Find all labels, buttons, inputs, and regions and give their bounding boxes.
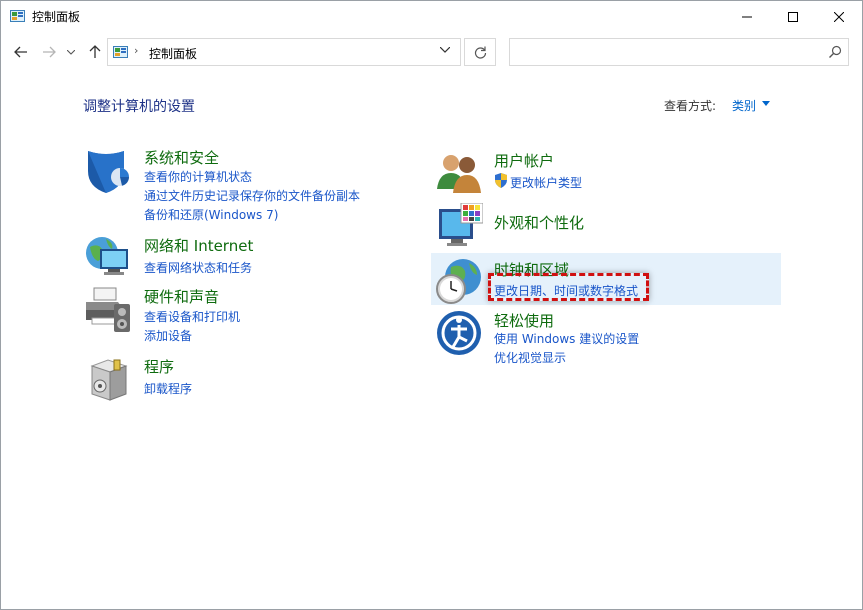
annotation-highlight-box <box>488 273 649 301</box>
view-by-dropdown[interactable]: 类别 <box>732 97 756 114</box>
monitor-palette-icon[interactable] <box>435 203 483 251</box>
forward-button[interactable] <box>40 43 58 61</box>
recent-locations-button[interactable] <box>65 43 77 61</box>
maximize-icon <box>788 12 798 22</box>
programs-box-icon[interactable] <box>84 356 132 404</box>
breadcrumb-separator[interactable]: › <box>134 44 138 57</box>
close-button[interactable] <box>816 1 862 32</box>
link-backup-restore[interactable]: 备份和还原(Windows 7) <box>144 206 278 223</box>
view-by-label: 查看方式: <box>664 97 716 114</box>
up-button[interactable] <box>86 43 104 61</box>
control-panel-icon <box>113 46 128 58</box>
shield-icon[interactable] <box>84 147 132 195</box>
category-title-network-internet[interactable]: 网络和 Internet <box>144 235 253 256</box>
category-title-hardware-sound[interactable]: 硬件和声音 <box>144 286 219 307</box>
view-by-dropdown-icon[interactable] <box>762 101 770 106</box>
close-icon <box>834 12 844 22</box>
up-arrow-icon <box>89 45 101 59</box>
link-uninstall-program[interactable]: 卸载程序 <box>144 380 192 397</box>
refresh-icon <box>474 46 487 59</box>
clock-globe-icon[interactable] <box>435 257 483 305</box>
category-title-user-accounts[interactable]: 用户帐户 <box>494 150 554 171</box>
network-globe-icon[interactable] <box>84 235 132 283</box>
minimize-button[interactable] <box>724 1 770 32</box>
link-file-history-backup[interactable]: 通过文件历史记录保存你的文件备份副本 <box>144 187 360 204</box>
category-title-programs[interactable]: 程序 <box>144 356 174 377</box>
maximize-button[interactable] <box>770 1 816 32</box>
forward-arrow-icon <box>42 46 56 58</box>
printer-icon[interactable] <box>84 286 132 334</box>
address-dropdown-icon[interactable] <box>440 47 450 53</box>
minimize-icon <box>742 12 752 22</box>
back-button[interactable] <box>12 43 30 61</box>
title-bar: 控制面板 <box>1 1 862 32</box>
ease-of-access-icon[interactable] <box>435 309 483 357</box>
search-box[interactable] <box>509 38 849 66</box>
link-view-computer-status[interactable]: 查看你的计算机状态 <box>144 168 252 185</box>
navigation-bar: › 控制面板 <box>1 37 862 69</box>
category-title-system-security[interactable]: 系统和安全 <box>144 147 219 168</box>
uac-shield-icon <box>494 173 508 188</box>
link-change-account-type[interactable]: 更改帐户类型 <box>510 174 582 191</box>
refresh-button[interactable] <box>464 38 496 66</box>
address-bar[interactable]: › 控制面板 <box>107 38 461 66</box>
category-title-appearance[interactable]: 外观和个性化 <box>494 212 584 233</box>
window-title: 控制面板 <box>32 8 80 25</box>
control-panel-app-icon <box>10 10 25 22</box>
link-optimize-visual-display[interactable]: 优化视觉显示 <box>494 349 566 366</box>
search-icon[interactable] <box>828 45 842 59</box>
link-devices-printers[interactable]: 查看设备和打印机 <box>144 308 240 325</box>
link-add-device[interactable]: 添加设备 <box>144 327 192 344</box>
link-network-status[interactable]: 查看网络状态和任务 <box>144 259 252 276</box>
back-arrow-icon <box>14 46 28 58</box>
link-recommended-settings[interactable]: 使用 Windows 建议的设置 <box>494 330 639 347</box>
breadcrumb-control-panel[interactable]: 控制面板 <box>149 45 197 62</box>
control-panel-window: 控制面板 <box>0 0 863 610</box>
page-title: 调整计算机的设置 <box>83 96 195 116</box>
chevron-down-icon <box>67 50 75 55</box>
category-title-ease-of-access[interactable]: 轻松使用 <box>494 310 554 331</box>
users-icon[interactable] <box>435 149 483 197</box>
